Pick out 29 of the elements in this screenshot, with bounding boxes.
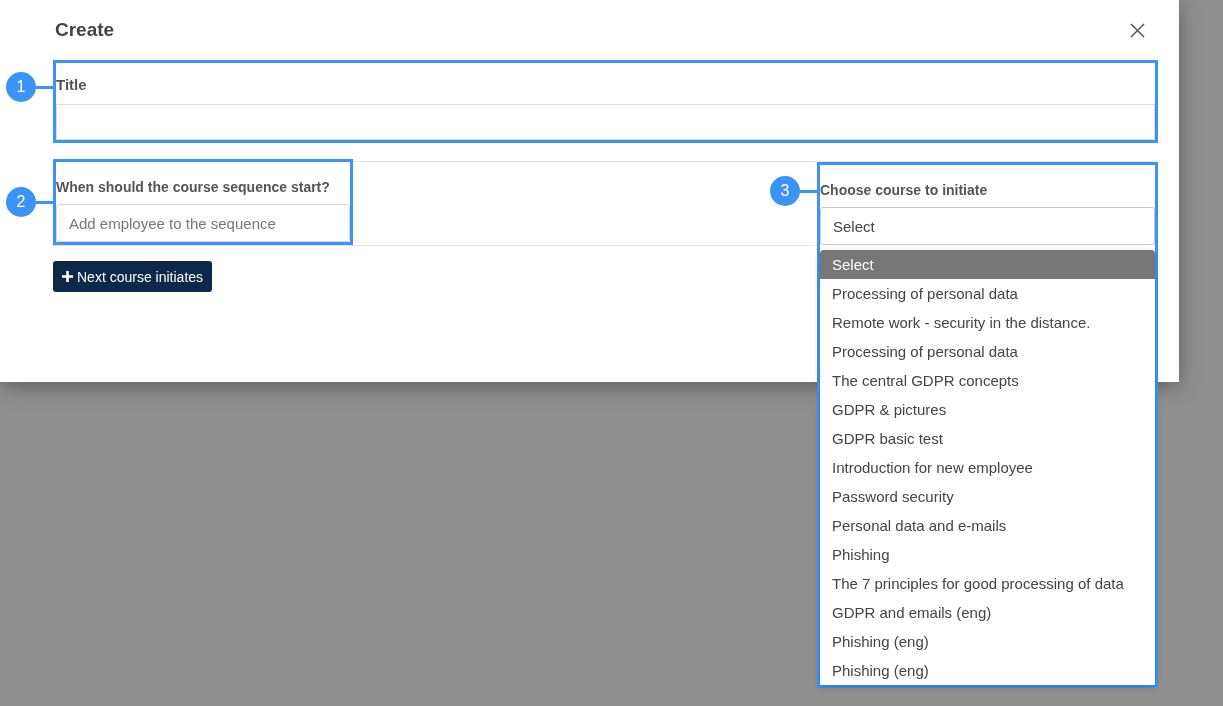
callout-badge: 2: [6, 187, 36, 217]
callout-badge: 3: [770, 176, 800, 206]
close-button[interactable]: [1130, 22, 1145, 38]
dropdown-option[interactable]: Processing of personal data: [820, 337, 1155, 366]
dropdown-option[interactable]: GDPR and emails (eng): [820, 598, 1155, 627]
close-icon: [1130, 22, 1145, 38]
field-label: When should the course sequence start?: [56, 178, 331, 197]
dropdown-option[interactable]: Phishing (eng): [820, 627, 1155, 656]
dropdown-option[interactable]: Introduction for new employee: [820, 453, 1155, 482]
dropdown-option[interactable]: The central GDPR concepts: [820, 366, 1155, 395]
course-select[interactable]: Select: [820, 207, 1155, 245]
field-label: Choose course to initiate: [820, 181, 989, 200]
dropdown-option[interactable]: Phishing (eng): [820, 656, 1155, 685]
next-course-button[interactable]: Next course initiates: [53, 261, 213, 292]
dropdown-option[interactable]: Password security: [820, 482, 1155, 511]
dropdown-option[interactable]: Personal data and e-mails: [820, 511, 1155, 540]
field-label: Title: [56, 75, 88, 95]
dropdown-option[interactable]: GDPR basic test: [820, 424, 1155, 453]
dropdown-option[interactable]: Processing of personal data: [820, 279, 1155, 308]
callout-badge: 1: [6, 72, 36, 102]
title-input[interactable]: [56, 104, 1155, 140]
dropdown-option[interactable]: Select: [820, 250, 1155, 279]
plus-icon: [62, 271, 73, 282]
employee-input[interactable]: Add employee to the sequence: [56, 204, 350, 242]
dropdown-option[interactable]: Phishing: [820, 540, 1155, 569]
dropdown-option[interactable]: Remote work - security in the distance.: [820, 308, 1155, 337]
dropdown-option[interactable]: The 7 principles for good processing of data: [820, 569, 1155, 598]
dropdown-option[interactable]: GDPR & pictures: [820, 395, 1155, 424]
dialog-title: Create: [55, 19, 115, 41]
